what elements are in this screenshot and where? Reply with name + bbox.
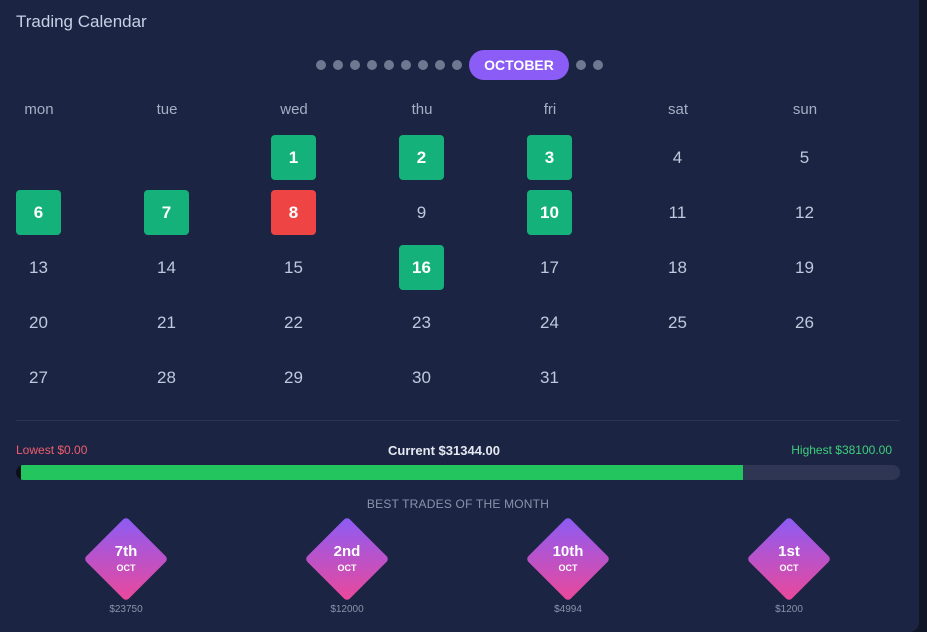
weekday-sat: sat — [667, 101, 688, 118]
month-dot-before-7[interactable] — [417, 60, 428, 70]
calendar-day-30[interactable]: 30 — [399, 355, 444, 400]
weekday-mon: mon — [24, 101, 54, 118]
calendar-day-12[interactable]: 12 — [782, 190, 827, 235]
calendar-day-1[interactable]: 1 — [271, 135, 316, 180]
calendar-day-20[interactable]: 20 — [16, 300, 61, 345]
weekday-thu: thu — [411, 101, 433, 118]
calendar-day-14[interactable]: 14 — [144, 245, 189, 290]
month-dot-after-1[interactable] — [576, 60, 587, 70]
calendar-day-11[interactable]: 11 — [655, 190, 700, 235]
month-dot-before-9[interactable] — [451, 60, 462, 70]
page-title: Trading Calendar — [16, 12, 147, 31]
calendar-day-17[interactable]: 17 — [527, 245, 572, 290]
month-dot-after-2[interactable] — [593, 60, 604, 70]
current-label: Current $31344.00 — [387, 443, 500, 458]
best-trade-month: OCT — [779, 563, 799, 573]
highest-label: Highest $38100.00 — [791, 443, 892, 457]
best-trade-month: OCT — [116, 563, 136, 573]
weekday-tue: tue — [156, 101, 178, 118]
calendar-day-25[interactable]: 25 — [655, 300, 700, 345]
best-trade-amount: $23750 — [109, 604, 143, 615]
month-selector: OCTOBER — [0, 50, 919, 80]
best-trades-title: BEST TRADES OF THE MONTH — [366, 497, 550, 511]
month-dot-before-6[interactable] — [400, 60, 411, 70]
trading-calendar-panel: Trading Calendar OCTOBER mon tue wed thu fri… — [0, 0, 919, 632]
calendar-day-16[interactable]: 16 — [399, 245, 444, 290]
calendar-day-22[interactable]: 22 — [271, 300, 316, 345]
calendar-day-19[interactable]: 19 — [782, 245, 827, 290]
progress-fill — [21, 465, 744, 480]
month-dot-before-2[interactable] — [332, 60, 343, 70]
calendar-day-28[interactable]: 28 — [144, 355, 189, 400]
month-dot-before-8[interactable] — [434, 60, 445, 70]
weekday-wed: wed — [280, 101, 308, 118]
calendar-day-3[interactable]: 3 — [527, 135, 572, 180]
best-trade-month: OCT — [337, 563, 357, 573]
calendar-day-9[interactable]: 9 — [399, 190, 444, 235]
calendar-day-18[interactable]: 18 — [655, 245, 700, 290]
selected-month-pill[interactable]: OCTOBER — [469, 50, 569, 80]
calendar-day-15[interactable]: 15 — [271, 245, 316, 290]
weekday-fri: fri — [543, 101, 557, 118]
calendar-day-26[interactable]: 26 — [782, 300, 827, 345]
best-trade-day: 2nd — [333, 543, 361, 560]
weekday-sun: sun — [792, 101, 818, 118]
best-trade-badge[interactable]: 2nd OCT — [304, 516, 390, 602]
best-trade-month: OCT — [558, 563, 578, 573]
calendar-day-4[interactable]: 4 — [655, 135, 700, 180]
best-trade-amount: $4994 — [554, 604, 582, 615]
calendar-day-2[interactable]: 2 — [399, 135, 444, 180]
balance-progress-bar — [16, 465, 900, 480]
calendar-day-31[interactable]: 31 — [527, 355, 572, 400]
calendar-day-29[interactable]: 29 — [271, 355, 316, 400]
calendar-day-7[interactable]: 7 — [144, 190, 189, 235]
best-trade-badge[interactable]: 10th OCT — [525, 516, 611, 602]
calendar-day-6[interactable]: 6 — [16, 190, 61, 235]
month-dot-before-1[interactable] — [315, 60, 326, 70]
calendar-day-27[interactable]: 27 — [16, 355, 61, 400]
divider — [16, 420, 900, 421]
calendar-day-23[interactable]: 23 — [399, 300, 444, 345]
best-trade-badge[interactable]: 7th OCT — [83, 516, 169, 602]
best-trade-amount: $12000 — [330, 604, 364, 615]
calendar-day-10[interactable]: 10 — [527, 190, 572, 235]
calendar-day-21[interactable]: 21 — [144, 300, 189, 345]
best-trade-day: 1st — [778, 543, 800, 560]
month-dot-before-3[interactable] — [349, 60, 360, 70]
month-dot-before-4[interactable] — [366, 60, 377, 70]
calendar-day-13[interactable]: 13 — [16, 245, 61, 290]
calendar-day-5[interactable]: 5 — [782, 135, 827, 180]
calendar-day-24[interactable]: 24 — [527, 300, 572, 345]
best-trade-day: 10th — [552, 543, 584, 560]
best-trade-amount: $1200 — [775, 604, 803, 615]
best-trade-day: 7th — [114, 543, 138, 560]
best-trade-badge[interactable]: 1st OCT — [746, 516, 832, 602]
month-dot-before-5[interactable] — [383, 60, 394, 70]
calendar-day-8[interactable]: 8 — [271, 190, 316, 235]
